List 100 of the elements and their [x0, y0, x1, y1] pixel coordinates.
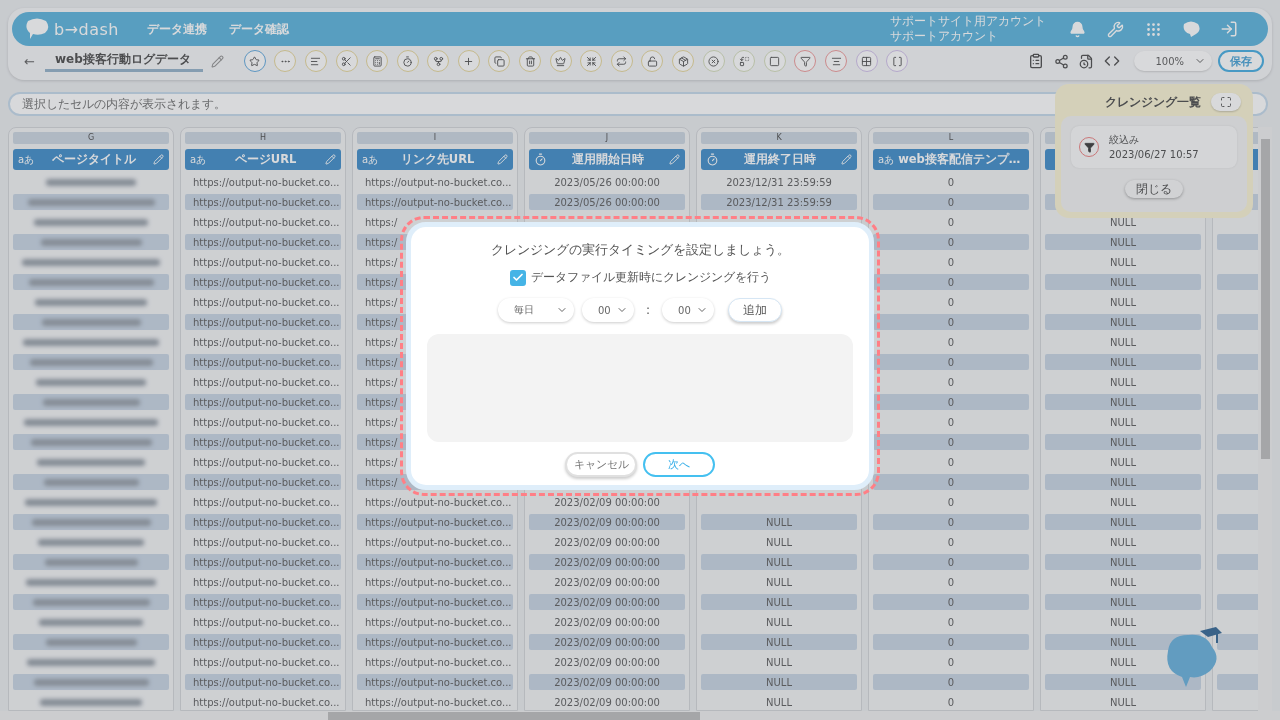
minute-select[interactable]: 00: [662, 298, 714, 322]
hour-select[interactable]: 00: [581, 298, 634, 322]
table-cell[interactable]: NULL: [1045, 254, 1201, 270]
column-header[interactable]: 運用終了日時: [701, 149, 857, 170]
table-cell[interactable]: NULL: [1045, 294, 1201, 310]
table-cell[interactable]: 2023/02/09 00:00:00: [529, 614, 685, 630]
table-cell[interactable]: https://output-no-bucket.co...: [185, 674, 341, 690]
table-cell[interactable]: 0: [873, 314, 1029, 330]
table-cell[interactable]: 0: [873, 474, 1029, 490]
table-cell[interactable]: 0: [873, 514, 1029, 530]
table-cell[interactable]: 0: [873, 354, 1029, 370]
table-cell[interactable]: NULL: [1045, 434, 1201, 450]
table-cell[interactable]: 0: [873, 654, 1029, 670]
table-cell[interactable]: NULL: [1045, 334, 1201, 350]
zoom-select[interactable]: 100%: [1134, 51, 1212, 71]
table-cell[interactable]: NULL: [1045, 614, 1201, 630]
table-cell[interactable]: https://output-no-bucket.co...: [185, 314, 341, 330]
table-cell[interactable]: 2023/12/31 23:59:59: [701, 194, 857, 210]
table-cell[interactable]: 2023/02/09 00:00:00: [529, 654, 685, 670]
table-cell[interactable]: https://output-no-bucket.co...: [357, 534, 513, 550]
checkbox-label[interactable]: データファイル更新時にクレンジングを行う: [530, 269, 771, 286]
column-header[interactable]: aあ リンク先URL: [357, 149, 513, 170]
table-cell[interactable]: https://output-no-bucket.co...: [185, 474, 341, 490]
table-cell[interactable]: https://output-no-bucket.co...: [357, 554, 513, 570]
table-cell[interactable]: 0: [873, 554, 1029, 570]
table-cell[interactable]: https://output-no-bucket.co...: [357, 654, 513, 670]
table-cell[interactable]: https://output-no-bucket.co...: [185, 614, 341, 630]
table-cell[interactable]: NULL: [1045, 674, 1201, 690]
table-cell[interactable]: https://output-no-bucket.co...: [185, 434, 341, 450]
table-cell[interactable]: 2023/02/09 00:00:00: [529, 534, 685, 550]
table-cell[interactable]: NULL: [701, 614, 857, 630]
table-cell[interactable]: NULL: [701, 534, 857, 550]
table-cell[interactable]: https://output-no-bucket.co...: [185, 254, 341, 270]
table-cell[interactable]: NULL: [1045, 354, 1201, 370]
table-cell[interactable]: 0: [873, 634, 1029, 650]
table-cell[interactable]: https://output-no-bucket.co...: [357, 694, 513, 710]
table-cell[interactable]: 2023/05/26 00:00:00: [529, 174, 685, 190]
table-cell[interactable]: https://output-no-bucket.co...: [185, 354, 341, 370]
table-cell[interactable]: https://output-no-bucket.co...: [185, 294, 341, 310]
table-cell[interactable]: https://output-no-bucket.co...: [357, 574, 513, 590]
table-cell[interactable]: https://output-no-bucket.co...: [185, 194, 341, 210]
table-cell[interactable]: 2023/05/26 00:00:00: [529, 194, 685, 210]
table-cell[interactable]: NULL: [701, 654, 857, 670]
table-cell[interactable]: 0: [873, 494, 1029, 510]
table-cell[interactable]: NULL: [1045, 534, 1201, 550]
column-header[interactable]: aあ ページURL: [185, 149, 341, 170]
table-cell[interactable]: NULL: [1045, 234, 1201, 250]
table-cell[interactable]: https://output-no-bucket.co...: [357, 174, 513, 190]
table-cell[interactable]: https://output-no-bucket.co...: [185, 334, 341, 350]
table-cell[interactable]: 2023/02/09 00:00:00: [529, 674, 685, 690]
table-cell[interactable]: 2023/02/09 00:00:00: [529, 554, 685, 570]
next-button[interactable]: 次へ: [643, 452, 715, 477]
table-cell[interactable]: https://output-no-bucket.co...: [185, 374, 341, 390]
table-cell[interactable]: 0: [873, 174, 1029, 190]
table-cell[interactable]: NULL: [1045, 214, 1201, 230]
save-button[interactable]: 保存: [1218, 50, 1264, 72]
table-cell[interactable]: 0: [873, 434, 1029, 450]
table-cell[interactable]: 0: [873, 234, 1029, 250]
table-cell[interactable]: NULL: [1045, 514, 1201, 530]
table-cell[interactable]: NULL: [1045, 474, 1201, 490]
table-cell[interactable]: https://output-no-bucket.co...: [357, 494, 513, 510]
table-cell[interactable]: https://output-no-bucket.co...: [185, 174, 341, 190]
table-cell[interactable]: 0: [873, 594, 1029, 610]
cleansing-item[interactable]: 絞込み 2023/06/27 10:57: [1071, 126, 1237, 168]
table-cell[interactable]: https://output-no-bucket.co...: [357, 674, 513, 690]
table-cell[interactable]: https://output-no-bucket.co...: [185, 454, 341, 470]
table-cell[interactable]: https://output-no-bucket.co...: [185, 394, 341, 410]
add-button[interactable]: 追加: [728, 298, 782, 322]
table-cell[interactable]: https://output-no-bucket.co...: [357, 514, 513, 530]
table-cell[interactable]: NULL: [701, 514, 857, 530]
table-cell[interactable]: 2023/02/09 00:00:00: [529, 514, 685, 530]
table-cell[interactable]: NULL: [1045, 454, 1201, 470]
table-cell[interactable]: NULL: [701, 554, 857, 570]
table-cell[interactable]: NULL: [701, 694, 857, 710]
table-cell[interactable]: https://output-no-bucket.co...: [357, 594, 513, 610]
table-cell[interactable]: NULL: [1045, 574, 1201, 590]
table-cell[interactable]: https://output-no-bucket.co...: [357, 614, 513, 630]
table-cell[interactable]: https://output-no-bucket.co...: [185, 634, 341, 650]
cancel-button[interactable]: キャンセル: [565, 452, 637, 477]
table-cell[interactable]: NULL: [1045, 274, 1201, 290]
table-cell[interactable]: 2023/02/09 00:00:00: [529, 594, 685, 610]
table-cell[interactable]: https://output-no-bucket.co...: [185, 554, 341, 570]
table-cell[interactable]: https://output-no-bucket.co...: [185, 414, 341, 430]
table-cell[interactable]: https://output-no-bucket.co...: [185, 654, 341, 670]
table-cell[interactable]: 0: [873, 394, 1029, 410]
table-cell[interactable]: 2023/02/09 00:00:00: [529, 494, 685, 510]
table-cell[interactable]: NULL: [701, 574, 857, 590]
table-cell[interactable]: https://output-no-bucket.co...: [185, 514, 341, 530]
table-cell[interactable]: https://output-no-bucket.co...: [357, 194, 513, 210]
table-cell[interactable]: https://output-no-bucket.co...: [185, 494, 341, 510]
table-cell[interactable]: NULL: [701, 594, 857, 610]
table-cell[interactable]: https://output-no-bucket.co...: [357, 634, 513, 650]
table-cell[interactable]: 0: [873, 674, 1029, 690]
table-cell[interactable]: https://output-no-bucket.co...: [185, 574, 341, 590]
table-cell[interactable]: NULL: [1045, 394, 1201, 410]
table-cell[interactable]: https://output-no-bucket.co...: [185, 694, 341, 710]
data-title[interactable]: web接客行動ログデータ: [44, 50, 203, 72]
table-cell[interactable]: 2023/02/09 00:00:00: [529, 694, 685, 710]
table-cell[interactable]: https://output-no-bucket.co...: [185, 274, 341, 290]
table-cell[interactable]: 0: [873, 694, 1029, 710]
